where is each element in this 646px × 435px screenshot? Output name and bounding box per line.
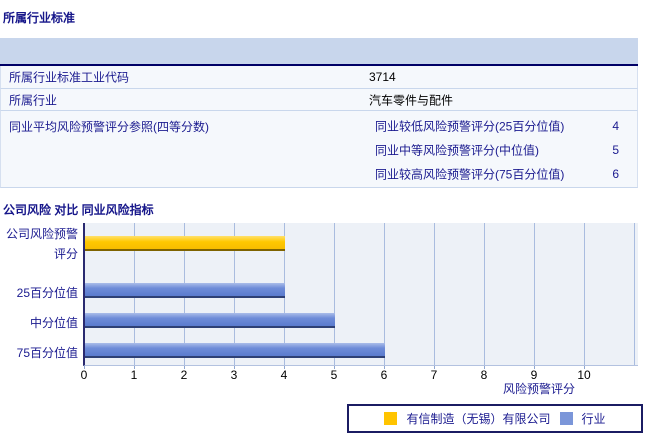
company-bar-公司风险预警评分: [85, 236, 285, 251]
table-row: 同业平均风险预警评分参照(四等分数) 同业较低风险预警评分(25百分位值) 4 …: [0, 111, 638, 188]
sic-code-value: 3714: [369, 70, 396, 84]
industry-name-label: 所属行业: [9, 93, 58, 107]
x-axis-tick-label: 10: [577, 368, 591, 382]
sic-code-label: 所属行业标准工业代码: [9, 70, 130, 85]
legend-swatch-industry: [559, 412, 573, 425]
x-axis-tick-label: 7: [430, 368, 438, 382]
list-item: 同业较高风险预警评分(75百分位值) 6: [375, 162, 619, 186]
gridline: [584, 223, 585, 365]
quartile-median-value: 5: [612, 143, 619, 157]
industry-section-title: 所属行业标准: [3, 11, 76, 25]
x-axis-tick-label: 5: [330, 368, 338, 382]
gridline: [434, 223, 435, 365]
category-label-median: 中分位值: [29, 316, 78, 330]
x-axis-tick-label: 6: [380, 368, 388, 382]
table-header-band: [0, 38, 638, 66]
plot-area: [83, 223, 638, 366]
category-label-p75: 75百分位值: [16, 346, 78, 360]
table-row: 所属行业标准工业代码 3714: [0, 66, 638, 89]
category-label-p25: 25百分位值: [16, 286, 78, 300]
category-label-company-score: 公司风险预警评分: [5, 227, 78, 261]
chart-section-title: 公司风险 对比 同业风险指标: [3, 203, 154, 217]
x-axis-tick-label: 3: [230, 368, 238, 382]
report-page: 所属行业标准 所属行业标准工业代码 3714 所属行业 汽车零件与配件 同业平均…: [0, 0, 646, 435]
legend-swatch-company: [384, 412, 398, 425]
quartile-25-label: 同业较低风险预警评分(25百分位值): [375, 119, 565, 134]
gridline: [484, 223, 485, 365]
quartile-25-value: 4: [612, 119, 619, 133]
x-axis-tick-label: 1: [130, 368, 138, 382]
quartile-75-label: 同业较高风险预警评分(75百分位值): [375, 167, 565, 182]
industry-bar-75百分位值: [85, 343, 385, 358]
quartile-75-value: 6: [612, 167, 619, 181]
list-item: 同业较低风险预警评分(25百分位值) 4: [375, 114, 619, 138]
quartile-subtable: 同业较低风险预警评分(25百分位值) 4 同业中等风险预警评分(中位值) 5 同…: [375, 114, 619, 186]
x-axis-title: 风险预警评分: [502, 382, 575, 396]
legend-label-industry: 行业: [581, 412, 606, 426]
industry-name-value: 汽车零件与配件: [369, 93, 454, 107]
legend-label-company: 有信制造（无锡）有限公司: [406, 412, 551, 426]
industry-bar-中分位值: [85, 313, 335, 328]
quartile-median-label: 同业中等风险预警评分(中位值): [375, 143, 539, 158]
table-row: 所属行业 汽车零件与配件: [0, 89, 638, 111]
x-axis-tick-label: 9: [530, 368, 538, 382]
gridline: [634, 223, 635, 365]
chart-legend: 有信制造（无锡）有限公司 行业: [347, 404, 643, 433]
x-axis-tick-label: 4: [280, 368, 288, 382]
list-item: 同业中等风险预警评分(中位值) 5: [375, 138, 619, 162]
quartile-reference-label: 同业平均风险预警评分参照(四等分数): [9, 120, 209, 134]
industry-bar-25百分位值: [85, 283, 285, 298]
x-axis-tick-label: 0: [80, 368, 88, 382]
x-axis-tick-label: 2: [180, 368, 188, 382]
gridline: [534, 223, 535, 365]
x-axis-tick-label: 8: [480, 368, 488, 382]
